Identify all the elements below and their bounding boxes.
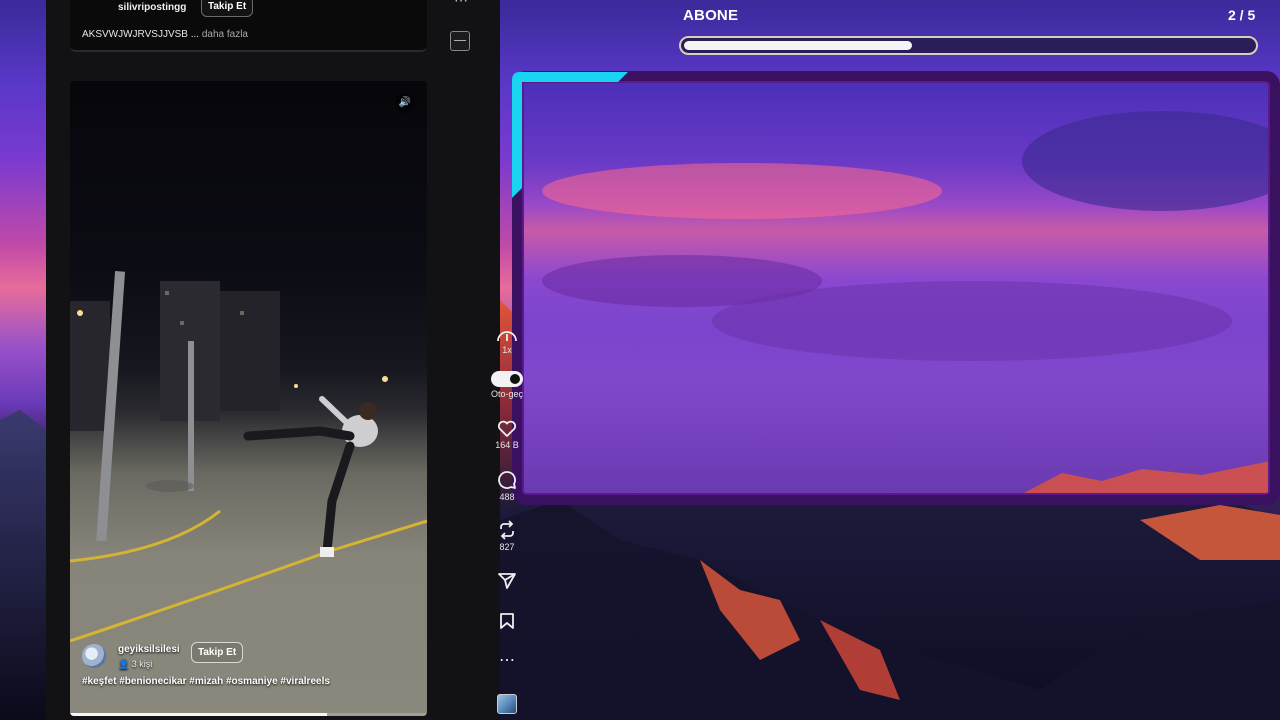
like-button[interactable]: 164 B [482, 420, 532, 450]
previous-post-card: silivripostingg Takip Et AKSVWJWJRVSJJVS… [70, 0, 427, 52]
repost-count: 827 [499, 542, 515, 552]
heart-icon [498, 420, 516, 437]
video-scene [70, 271, 427, 643]
volume-icon[interactable]: 🔊 [395, 93, 415, 113]
video-follow-button[interactable]: Takip Et [191, 642, 244, 663]
video-username[interactable]: geyiksilsilesi [118, 644, 180, 655]
audio-thumbnail-icon [497, 694, 517, 714]
game-title: ABONE [683, 7, 739, 24]
autoplay-label: Oto-geç [490, 389, 523, 399]
toggle-switch-icon [491, 371, 523, 387]
speedometer-icon [497, 331, 517, 342]
share-button[interactable] [482, 572, 532, 590]
game-counter: 2 / 5 [1228, 7, 1256, 23]
like-count: 164 B [495, 440, 519, 450]
reel-video[interactable]: 🔊 geyiksilsilesi 👤 3 kişi Takip Et #keşf… [70, 81, 427, 716]
follow-button[interactable]: Takip Et [201, 0, 254, 17]
send-icon [498, 573, 516, 589]
audio-thumbnail-icon[interactable] [450, 31, 470, 51]
more-options-icon[interactable]: ⋯ [482, 650, 532, 670]
speed-label: 1x [502, 345, 512, 355]
comment-icon [498, 471, 516, 489]
repost-icon [500, 520, 514, 540]
video-progress-fill [70, 713, 328, 716]
comment-button[interactable]: 488 [482, 470, 532, 502]
member-count-text: 3 kişi [131, 659, 153, 669]
post-username[interactable]: silivripostingg [118, 2, 186, 13]
game-progress-fill [684, 41, 912, 50]
video-progress-track[interactable] [70, 713, 427, 716]
member-count: 👤 3 kişi [118, 659, 152, 670]
comment-count: 488 [499, 492, 515, 502]
audio-track-button[interactable] [482, 694, 532, 714]
channel-logo [82, 4, 108, 14]
reels-feed-panel: silivripostingg Takip Et AKSVWJWJRVSJJVS… [46, 0, 523, 720]
frame-accent-corner [512, 72, 628, 198]
person-icon: 👤 [118, 659, 130, 669]
post-caption: AKSVWJWJRVSJJVSB ... daha fazla [82, 29, 248, 40]
autoplay-toggle[interactable]: Oto-geç [482, 371, 532, 399]
more-link[interactable]: daha fazla [202, 29, 248, 40]
avatar[interactable] [82, 644, 106, 668]
repost-button[interactable]: 827 [482, 520, 532, 552]
bookmark-icon [500, 613, 514, 629]
game-progress-bar [679, 36, 1258, 55]
save-button[interactable] [482, 612, 532, 630]
video-hashtags[interactable]: #keşfet #benionecikar #mizah #osmaniye #… [82, 676, 330, 687]
more-options-icon[interactable]: ⋯ [454, 0, 468, 9]
caption-text: AKSVWJWJRVSJJVSB ... [82, 29, 200, 40]
speed-control[interactable]: 1x [482, 327, 532, 355]
